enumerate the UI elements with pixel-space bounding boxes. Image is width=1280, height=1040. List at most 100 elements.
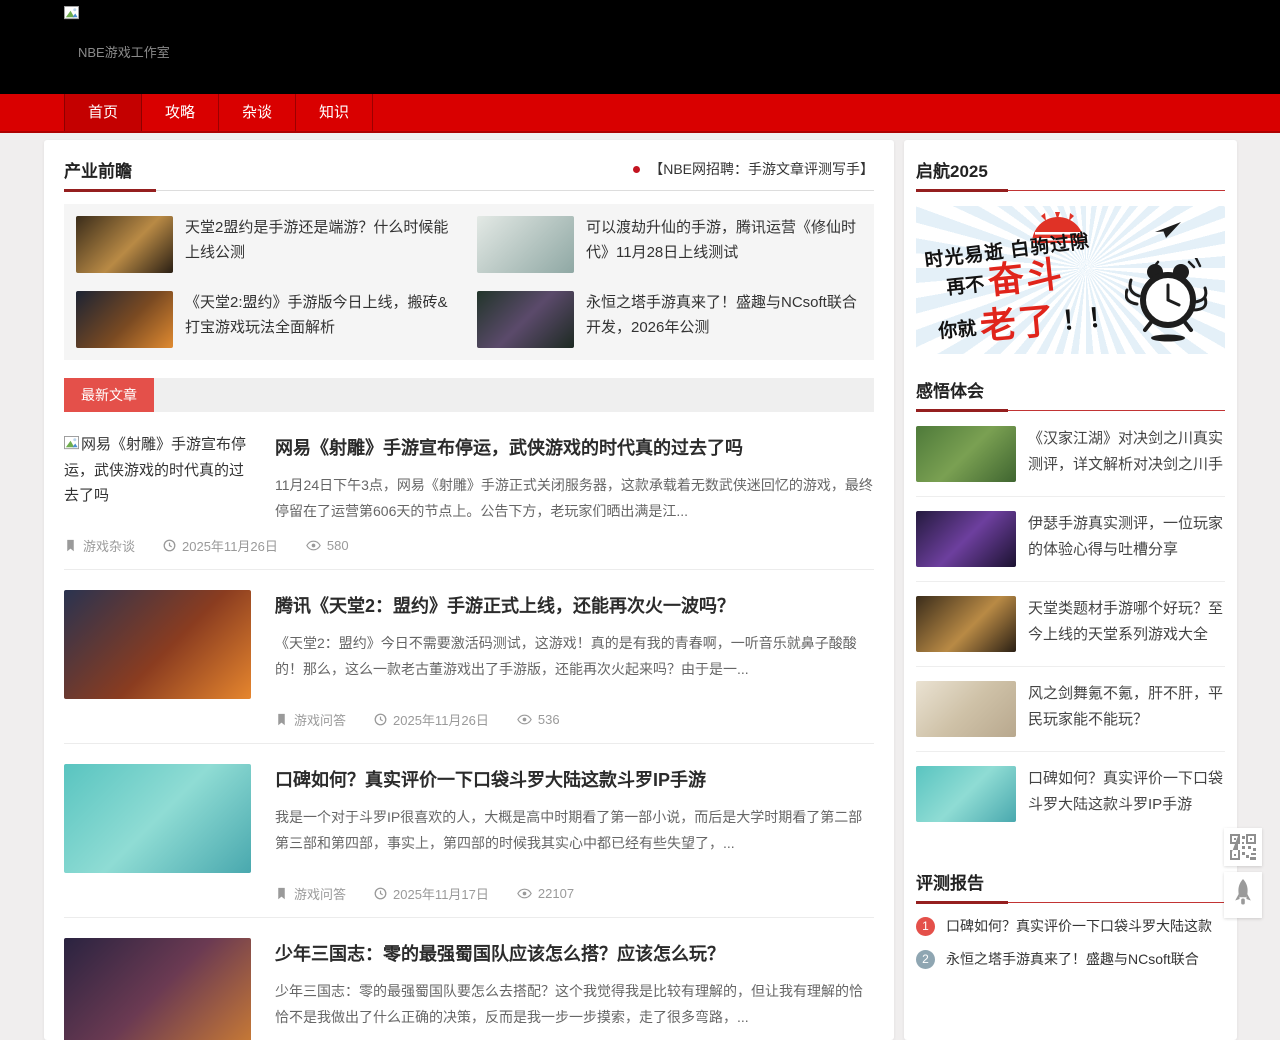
section-title-industry: 产业前瞻 bbox=[64, 157, 132, 182]
back-to-top-button[interactable] bbox=[1224, 872, 1262, 918]
nav-item-guides[interactable]: 攻略 bbox=[142, 94, 219, 131]
sidebar-list-item[interactable]: 天堂类题材手游哪个好玩？至今上线的天堂系列游戏大全 bbox=[916, 582, 1225, 667]
featured-title: 永恒之塔手游真来了！盛趣与NCsoft联合开发，2026年公测 bbox=[586, 291, 862, 348]
sidebar-section-title-insights: 感悟体会 bbox=[916, 377, 984, 402]
article-list-item: 少年三国志：零的最强蜀国队应该怎么搭？应该怎么玩？ 少年三国志：零的最强蜀国队要… bbox=[64, 918, 874, 1040]
sidebar-list-item[interactable]: 风之剑舞氪不氪，肝不肝，平民玩家能不能玩？ bbox=[916, 667, 1225, 752]
sidebar-item-title: 《汉家江湖》对决剑之川真实测评，详文解析对决剑之川手 bbox=[1028, 426, 1225, 482]
article-excerpt: 我是一个对于斗罗IP很喜欢的人，大概是高中时期看了第一部小说，而后是大学时期看了… bbox=[275, 805, 874, 857]
motivation-banner-ad[interactable]: 时光易逝 白驹过隙 再不 奋斗 你就 老了 ！！ bbox=[916, 206, 1225, 354]
sidebar: 启航2025 时光易逝 白驹过隙 再不 奋斗 你就 老了 ！！ bbox=[904, 140, 1237, 1040]
article-category[interactable]: 游戏问答 bbox=[275, 884, 346, 903]
sidebar-item-thumbnail bbox=[916, 766, 1016, 822]
clock-icon bbox=[374, 887, 387, 900]
article-thumbnail-alt: 网易《射雕》手游宣布停运，武侠游戏的时代真的过去了吗 bbox=[64, 436, 246, 504]
clock-icon bbox=[374, 713, 387, 726]
article-views: 580 bbox=[306, 538, 349, 553]
sidebar-item-title: 风之剑舞氪不氪，肝不肝，平民玩家能不能玩？ bbox=[1028, 681, 1225, 737]
ranked-report-item[interactable]: 1 口碑如何？真实评价一下口袋斗罗大陆这款 bbox=[916, 916, 1225, 936]
paper-plane-icon bbox=[1155, 222, 1181, 245]
article-views: 536 bbox=[517, 712, 560, 727]
featured-item[interactable]: 天堂2盟约是手游还是端游？什么时候能上线公测 bbox=[76, 216, 461, 273]
recruit-link[interactable]: 【NBE网招聘：手游文章评测写手】 bbox=[633, 159, 874, 179]
article-list-item: 口碑如何？真实评价一下口袋斗罗大陆这款斗罗IP手游 我是一个对于斗罗IP很喜欢的… bbox=[64, 744, 874, 918]
featured-title: 可以渡劫升仙的手游，腾讯运营《修仙时代》11月28日上线测试 bbox=[586, 216, 862, 273]
sidebar-item-thumbnail bbox=[916, 511, 1016, 567]
featured-item[interactable]: 《天堂2:盟约》手游版今日上线，搬砖&打宝游戏玩法全面解析 bbox=[76, 291, 461, 348]
article-date: 2025年11月26日 bbox=[163, 536, 278, 555]
article-excerpt: 少年三国志：零的最强蜀国队要怎么去搭配？这个我觉得我是比较有理解的，但让我有理解… bbox=[275, 979, 874, 1031]
section-rule bbox=[916, 409, 1225, 412]
banner-line3: 你就 老了 ！！ bbox=[937, 296, 1116, 348]
site-logo-alt-text: NBE游戏工作室 bbox=[78, 42, 170, 61]
ranked-report-list: 1 口碑如何？真实评价一下口袋斗罗大陆这款 2 永恒之塔手游真来了！盛趣与NCs… bbox=[916, 916, 1225, 969]
ranked-report-title: 口碑如何？真实评价一下口袋斗罗大陆这款 bbox=[946, 916, 1212, 936]
back-to-top-rocket-icon bbox=[1231, 879, 1255, 911]
latest-articles-strip: 最新文章 bbox=[64, 378, 874, 412]
section-rule bbox=[916, 189, 1225, 192]
bookmark-icon bbox=[275, 713, 288, 726]
article-title[interactable]: 网易《射雕》手游宣布停运，武侠游戏的时代真的过去了吗 bbox=[275, 434, 874, 460]
featured-thumbnail bbox=[76, 291, 173, 348]
views-eye-icon bbox=[517, 888, 532, 899]
article-thumbnail[interactable] bbox=[64, 764, 251, 873]
rank-badge: 2 bbox=[916, 950, 935, 969]
featured-title: 《天堂2:盟约》手游版今日上线，搬砖&打宝游戏玩法全面解析 bbox=[185, 291, 461, 348]
ranked-report-item[interactable]: 2 永恒之塔手游真来了！盛趣与NCsoft联合 bbox=[916, 949, 1225, 969]
views-eye-icon bbox=[306, 540, 321, 551]
article-thumbnail[interactable] bbox=[64, 590, 251, 699]
article-thumbnail[interactable] bbox=[64, 938, 251, 1040]
article-meta: 游戏问答 2025年11月17日 22107 bbox=[275, 884, 574, 903]
featured-thumbnail bbox=[477, 291, 574, 348]
sidebar-item-thumbnail bbox=[916, 596, 1016, 652]
nav-item-misc[interactable]: 杂谈 bbox=[219, 94, 296, 131]
featured-item[interactable]: 可以渡劫升仙的手游，腾讯运营《修仙时代》11月28日上线测试 bbox=[477, 216, 862, 273]
nav-item-knowledge[interactable]: 知识 bbox=[296, 94, 373, 131]
article-thumbnail-broken[interactable]: 网易《射雕》手游宣布停运，武侠游戏的时代真的过去了吗 bbox=[64, 432, 251, 509]
featured-thumbnail bbox=[76, 216, 173, 273]
article-list-item: 网易《射雕》手游宣布停运，武侠游戏的时代真的过去了吗 网易《射雕》手游宣布停运，… bbox=[64, 412, 874, 570]
article-category[interactable]: 游戏问答 bbox=[275, 710, 346, 729]
article-excerpt: 《天堂2：盟约》今日不需要激活码测试，这游戏！真的是有我的青春啊，一听音乐就鼻子… bbox=[275, 631, 874, 683]
main-content-card: 产业前瞻 【NBE网招聘：手游文章评测写手】 天堂2盟约是手游还是端游？什么时候… bbox=[44, 140, 894, 1040]
sidebar-item-thumbnail bbox=[916, 681, 1016, 737]
main-nav: 首页 攻略 杂谈 知识 bbox=[0, 94, 1280, 133]
clock-icon bbox=[163, 539, 176, 552]
broken-image-icon bbox=[64, 436, 79, 451]
red-bullet-icon bbox=[633, 166, 640, 173]
article-meta: 游戏杂谈 2025年11月26日 580 bbox=[64, 536, 349, 555]
bookmark-icon bbox=[275, 887, 288, 900]
qr-code-button[interactable] bbox=[1224, 828, 1262, 866]
sidebar-item-title: 口碑如何？真实评价一下口袋斗罗大陆这款斗罗IP手游 bbox=[1028, 766, 1225, 822]
article-list-item: 腾讯《天堂2：盟约》手游正式上线，还能再次火一波吗？ 《天堂2：盟约》今日不需要… bbox=[64, 570, 874, 744]
nav-item-home[interactable]: 首页 bbox=[64, 94, 142, 131]
article-title[interactable]: 口碑如何？真实评价一下口袋斗罗大陆这款斗罗IP手游 bbox=[275, 766, 874, 792]
recruit-link-label: 【NBE网招聘：手游文章评测写手】 bbox=[649, 159, 874, 179]
article-title[interactable]: 腾讯《天堂2：盟约》手游正式上线，还能再次火一波吗？ bbox=[275, 592, 874, 618]
article-excerpt: 11月24日下午3点，网易《射雕》手游正式关闭服务器，这款承载着无数武侠迷回忆的… bbox=[275, 473, 874, 525]
sidebar-list-item[interactable]: 伊瑟手游真实测评，一位玩家的体验心得与吐槽分享 bbox=[916, 497, 1225, 582]
sidebar-item-thumbnail bbox=[916, 426, 1016, 482]
bookmark-icon bbox=[64, 539, 77, 552]
site-header: NBE游戏工作室 bbox=[0, 0, 1280, 94]
sidebar-item-title: 天堂类题材手游哪个好玩？至今上线的天堂系列游戏大全 bbox=[1028, 596, 1225, 652]
views-eye-icon bbox=[517, 714, 532, 725]
featured-item[interactable]: 永恒之塔手游真来了！盛趣与NCsoft联合开发，2026年公测 bbox=[477, 291, 862, 348]
featured-thumbnail bbox=[477, 216, 574, 273]
featured-title: 天堂2盟约是手游还是端游？什么时候能上线公测 bbox=[185, 216, 461, 273]
sidebar-list-item[interactable]: 口碑如何？真实评价一下口袋斗罗大陆这款斗罗IP手游 bbox=[916, 752, 1225, 836]
sidebar-list-item[interactable]: 《汉家江湖》对决剑之川真实测评，详文解析对决剑之川手 bbox=[916, 412, 1225, 497]
article-category[interactable]: 游戏杂谈 bbox=[64, 536, 135, 555]
site-logo[interactable]: NBE游戏工作室 bbox=[64, 6, 170, 61]
latest-articles-badge: 最新文章 bbox=[64, 378, 154, 412]
featured-grid: 天堂2盟约是手游还是端游？什么时候能上线公测 可以渡劫升仙的手游，腾讯运营《修仙… bbox=[64, 204, 874, 360]
ranked-report-title: 永恒之塔手游真来了！盛趣与NCsoft联合 bbox=[946, 949, 1199, 969]
sidebar-item-title: 伊瑟手游真实测评，一位玩家的体验心得与吐槽分享 bbox=[1028, 511, 1225, 567]
article-title[interactable]: 少年三国志：零的最强蜀国队应该怎么搭？应该怎么玩？ bbox=[275, 940, 874, 966]
broken-image-icon bbox=[64, 6, 170, 26]
article-meta: 游戏问答 2025年11月26日 536 bbox=[275, 710, 560, 729]
sidebar-section-title-banner: 启航2025 bbox=[916, 157, 988, 182]
qr-code-icon bbox=[1230, 834, 1256, 860]
rank-badge: 1 bbox=[916, 917, 935, 936]
sidebar-section-title-reports: 评测报告 bbox=[916, 869, 984, 894]
